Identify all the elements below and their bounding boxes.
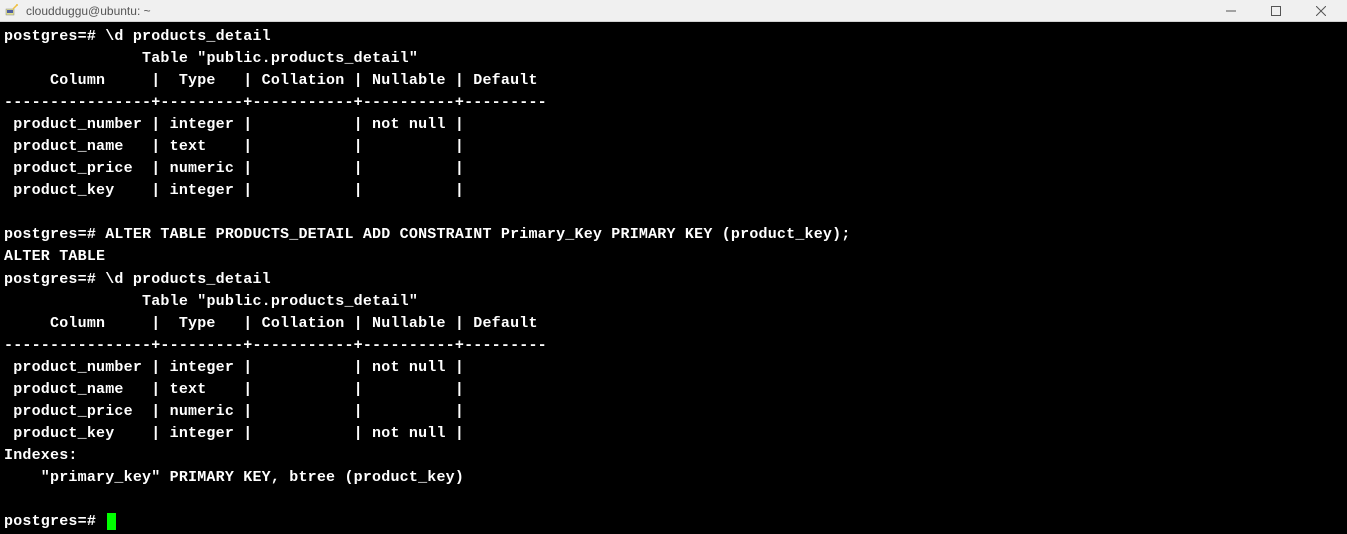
command: \d products_detail xyxy=(105,28,271,45)
close-button[interactable] xyxy=(1298,0,1343,22)
window-titlebar: cloudduggu@ubuntu: ~ xyxy=(0,0,1347,22)
table-row: product_number | integer | | not null | xyxy=(4,116,464,133)
terminal-output[interactable]: postgres=# \d products_detail Table "pub… xyxy=(0,22,1347,534)
table-row: product_key | integer | | | xyxy=(4,182,464,199)
indexes-line: "primary_key" PRIMARY KEY, btree (produc… xyxy=(4,469,464,486)
cursor xyxy=(107,513,116,530)
table-row: product_price | numeric | | | xyxy=(4,160,464,177)
window-controls xyxy=(1208,0,1343,22)
table-row: product_name | text | | | xyxy=(4,138,464,155)
table-divider: ----------------+---------+-----------+-… xyxy=(4,94,547,111)
putty-icon xyxy=(4,3,20,19)
table-header: Column | Type | Collation | Nullable | D… xyxy=(4,315,538,332)
table-header: Column | Type | Collation | Nullable | D… xyxy=(4,72,538,89)
table-row: product_number | integer | | not null | xyxy=(4,359,464,376)
table-row: product_name | text | | | xyxy=(4,381,464,398)
prompt: postgres=# xyxy=(4,513,96,530)
table-row: product_key | integer | | not null | xyxy=(4,425,464,442)
indexes-label: Indexes: xyxy=(4,447,78,464)
window-title: cloudduggu@ubuntu: ~ xyxy=(26,4,1208,18)
prompt: postgres=# xyxy=(4,226,96,243)
maximize-button[interactable] xyxy=(1253,0,1298,22)
table-title: Table "public.products_detail" xyxy=(142,293,418,310)
command: \d products_detail xyxy=(105,271,271,288)
table-row: product_price | numeric | | | xyxy=(4,403,464,420)
prompt: postgres=# xyxy=(4,28,96,45)
prompt: postgres=# xyxy=(4,271,96,288)
table-divider: ----------------+---------+-----------+-… xyxy=(4,337,547,354)
table-title: Table "public.products_detail" xyxy=(142,50,418,67)
minimize-button[interactable] xyxy=(1208,0,1253,22)
command: ALTER TABLE PRODUCTS_DETAIL ADD CONSTRAI… xyxy=(105,226,850,243)
command-result: ALTER TABLE xyxy=(4,248,105,265)
